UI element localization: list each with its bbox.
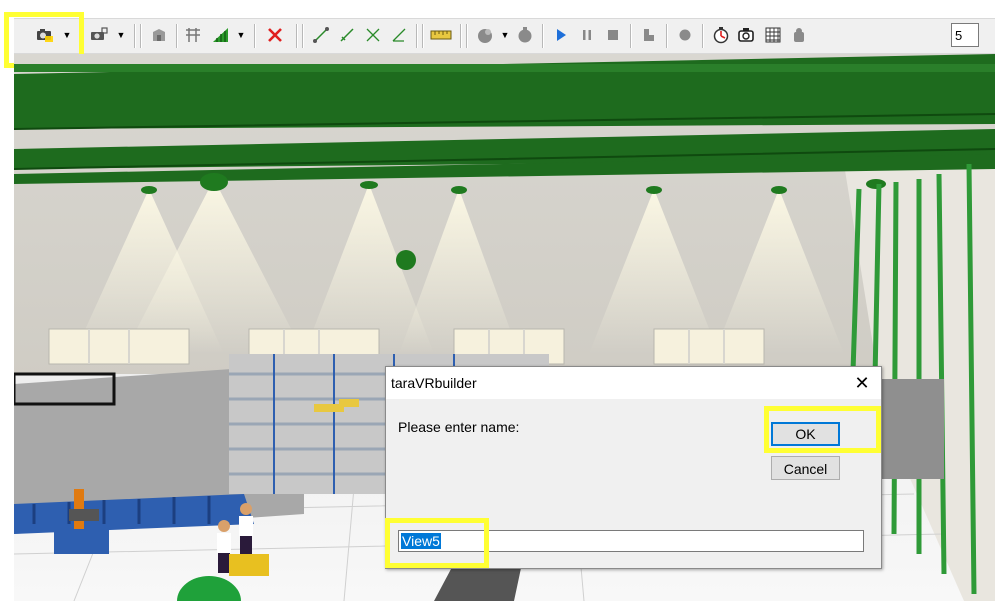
toolbar-separator [416, 24, 417, 48]
toolbar-separator [296, 24, 297, 48]
toolbar-separator [460, 24, 461, 48]
robot-dropdown[interactable]: ▼ [500, 24, 510, 46]
step-icon[interactable] [638, 24, 660, 46]
toolbar-strip: ▼ ▼ ▼ ▼ 5 [14, 18, 995, 54]
toolbar-separator [254, 24, 255, 48]
dialog-titlebar: taraVRbuilder ✕ [386, 367, 881, 399]
person-icon[interactable] [788, 24, 810, 46]
record-icon[interactable] [674, 24, 696, 46]
camera-add-icon[interactable] [88, 24, 110, 46]
camera-add-dropdown[interactable]: ▼ [116, 24, 126, 46]
toolbar-separator [466, 24, 467, 48]
ramp-icon[interactable] [210, 24, 232, 46]
grid-icon[interactable] [182, 24, 204, 46]
camera-settings-icon[interactable] [736, 24, 758, 46]
measure-ruler-icon[interactable] [430, 24, 452, 46]
toolbar-separator [176, 24, 177, 48]
path-line-icon[interactable] [310, 24, 332, 46]
toolbar-separator [302, 24, 303, 48]
object-icon[interactable] [148, 24, 170, 46]
highlight-box-ok [764, 406, 881, 453]
right-partition [874, 379, 944, 479]
stop-icon[interactable] [602, 24, 624, 46]
timer-icon[interactable] [710, 24, 732, 46]
path-angle-icon[interactable] [388, 24, 410, 46]
highlight-box-name [385, 518, 489, 568]
toolbar-separator [422, 24, 423, 48]
speed-input[interactable]: 5 [951, 23, 979, 47]
close-icon[interactable]: ✕ [849, 371, 875, 395]
ramp-dropdown[interactable]: ▼ [236, 24, 246, 46]
table-icon[interactable] [762, 24, 784, 46]
toolbar-separator [702, 24, 703, 48]
toolbar-separator [542, 24, 543, 48]
cancel-button[interactable]: Cancel [771, 456, 840, 480]
dialog-title: taraVRbuilder [391, 375, 477, 391]
toolbar-separator [666, 24, 667, 48]
play-icon[interactable] [550, 24, 572, 46]
toolbar-separator [630, 24, 631, 48]
path-cross-icon[interactable] [362, 24, 384, 46]
delete-icon[interactable] [264, 24, 286, 46]
pause-icon[interactable] [576, 24, 598, 46]
toolbar-separator [140, 24, 141, 48]
robot-alt-icon[interactable] [514, 24, 536, 46]
dialog-prompt: Please enter name: [398, 419, 520, 435]
roof-beams [14, 54, 995, 184]
toolbar-separator [134, 24, 135, 48]
path-curve-icon[interactable] [336, 24, 358, 46]
robot-icon[interactable] [474, 24, 496, 46]
